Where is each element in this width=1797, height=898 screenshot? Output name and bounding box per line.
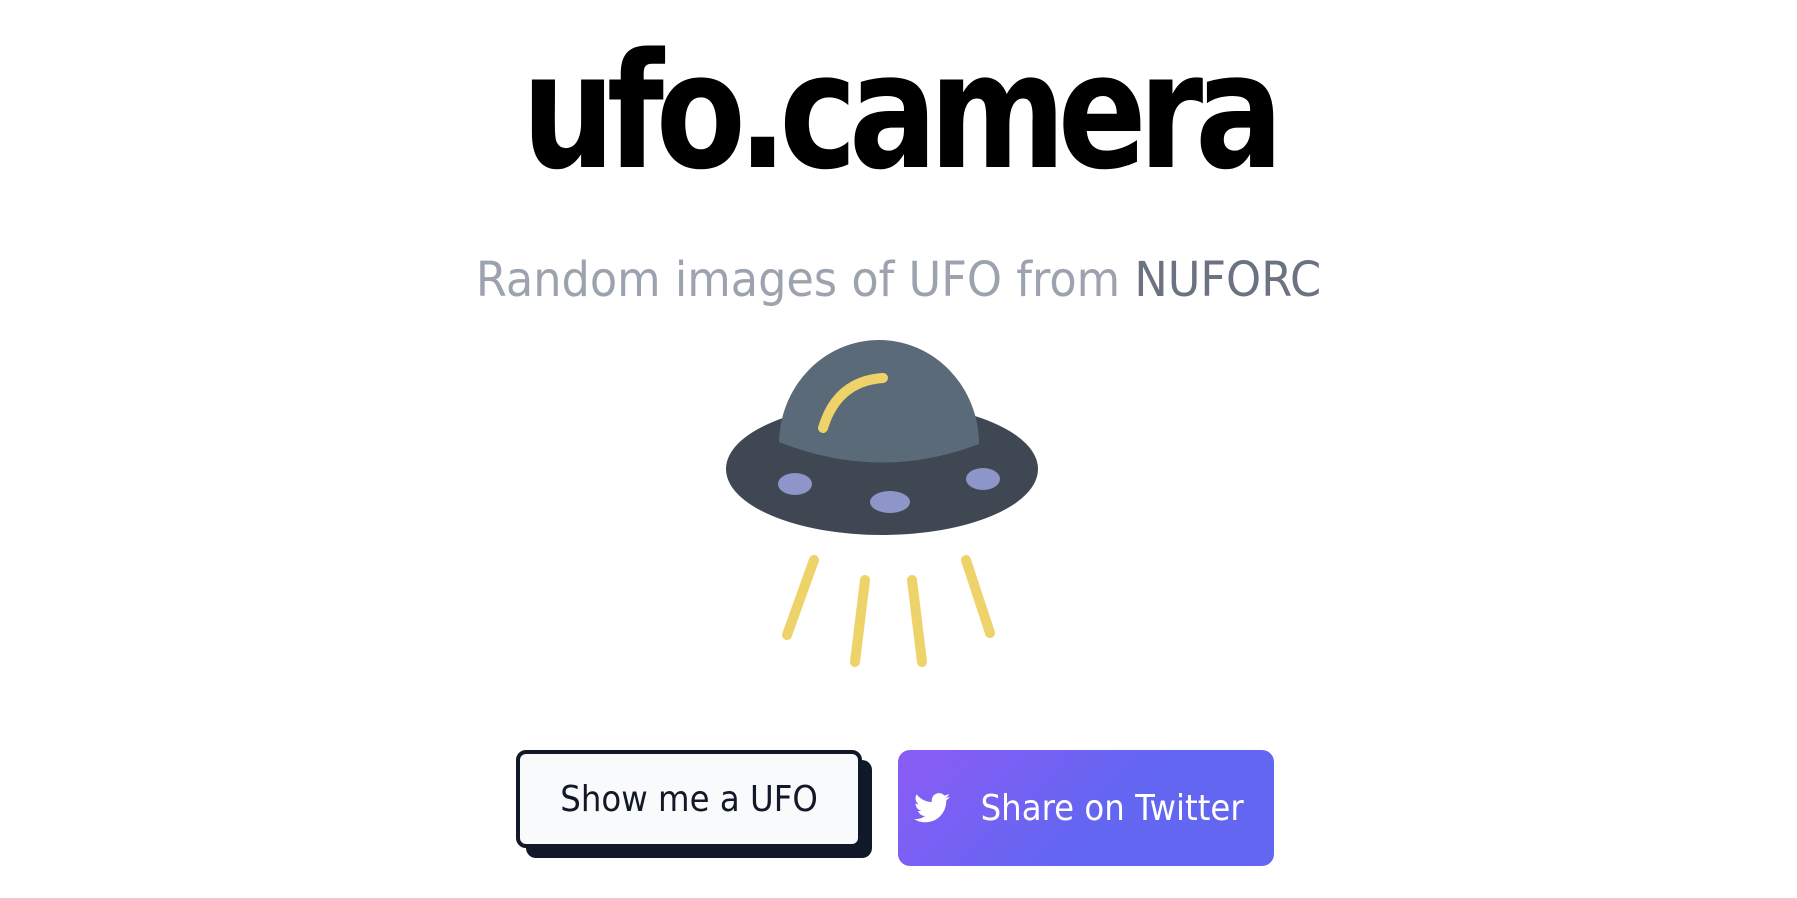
site-title: ufo.camera: [521, 18, 1284, 205]
tagline-source: NUFORC: [1134, 252, 1322, 308]
action-buttons: Show me a UFO Share on Twitter: [0, 750, 1797, 870]
ufo-beam-4: [961, 555, 995, 638]
ufo-beam-2: [850, 575, 870, 667]
ufo-beam-3: [907, 575, 927, 667]
ufo-light-left: [778, 473, 812, 495]
ufo-dome: [779, 340, 979, 463]
share-twitter-button[interactable]: Share on Twitter: [898, 750, 1274, 866]
ufo-light-right: [966, 468, 1000, 490]
ufo-icon: [726, 340, 1038, 667]
ufo-light-center: [870, 491, 910, 513]
show-ufo-label: Show me a UFO: [560, 778, 818, 820]
tagline-text: Random images of UFO from: [475, 252, 1121, 308]
show-ufo-button[interactable]: Show me a UFO: [516, 750, 862, 848]
ufo-illustration: [720, 340, 1040, 680]
tagline: Random images of UFO from NUFORC: [63, 248, 1734, 312]
twitter-icon: [913, 793, 950, 823]
page: ufo.camera Random images of UFO from NUF…: [0, 0, 1797, 898]
share-twitter-label: Share on Twitter: [980, 787, 1244, 829]
ufo-beam-1: [782, 555, 819, 640]
